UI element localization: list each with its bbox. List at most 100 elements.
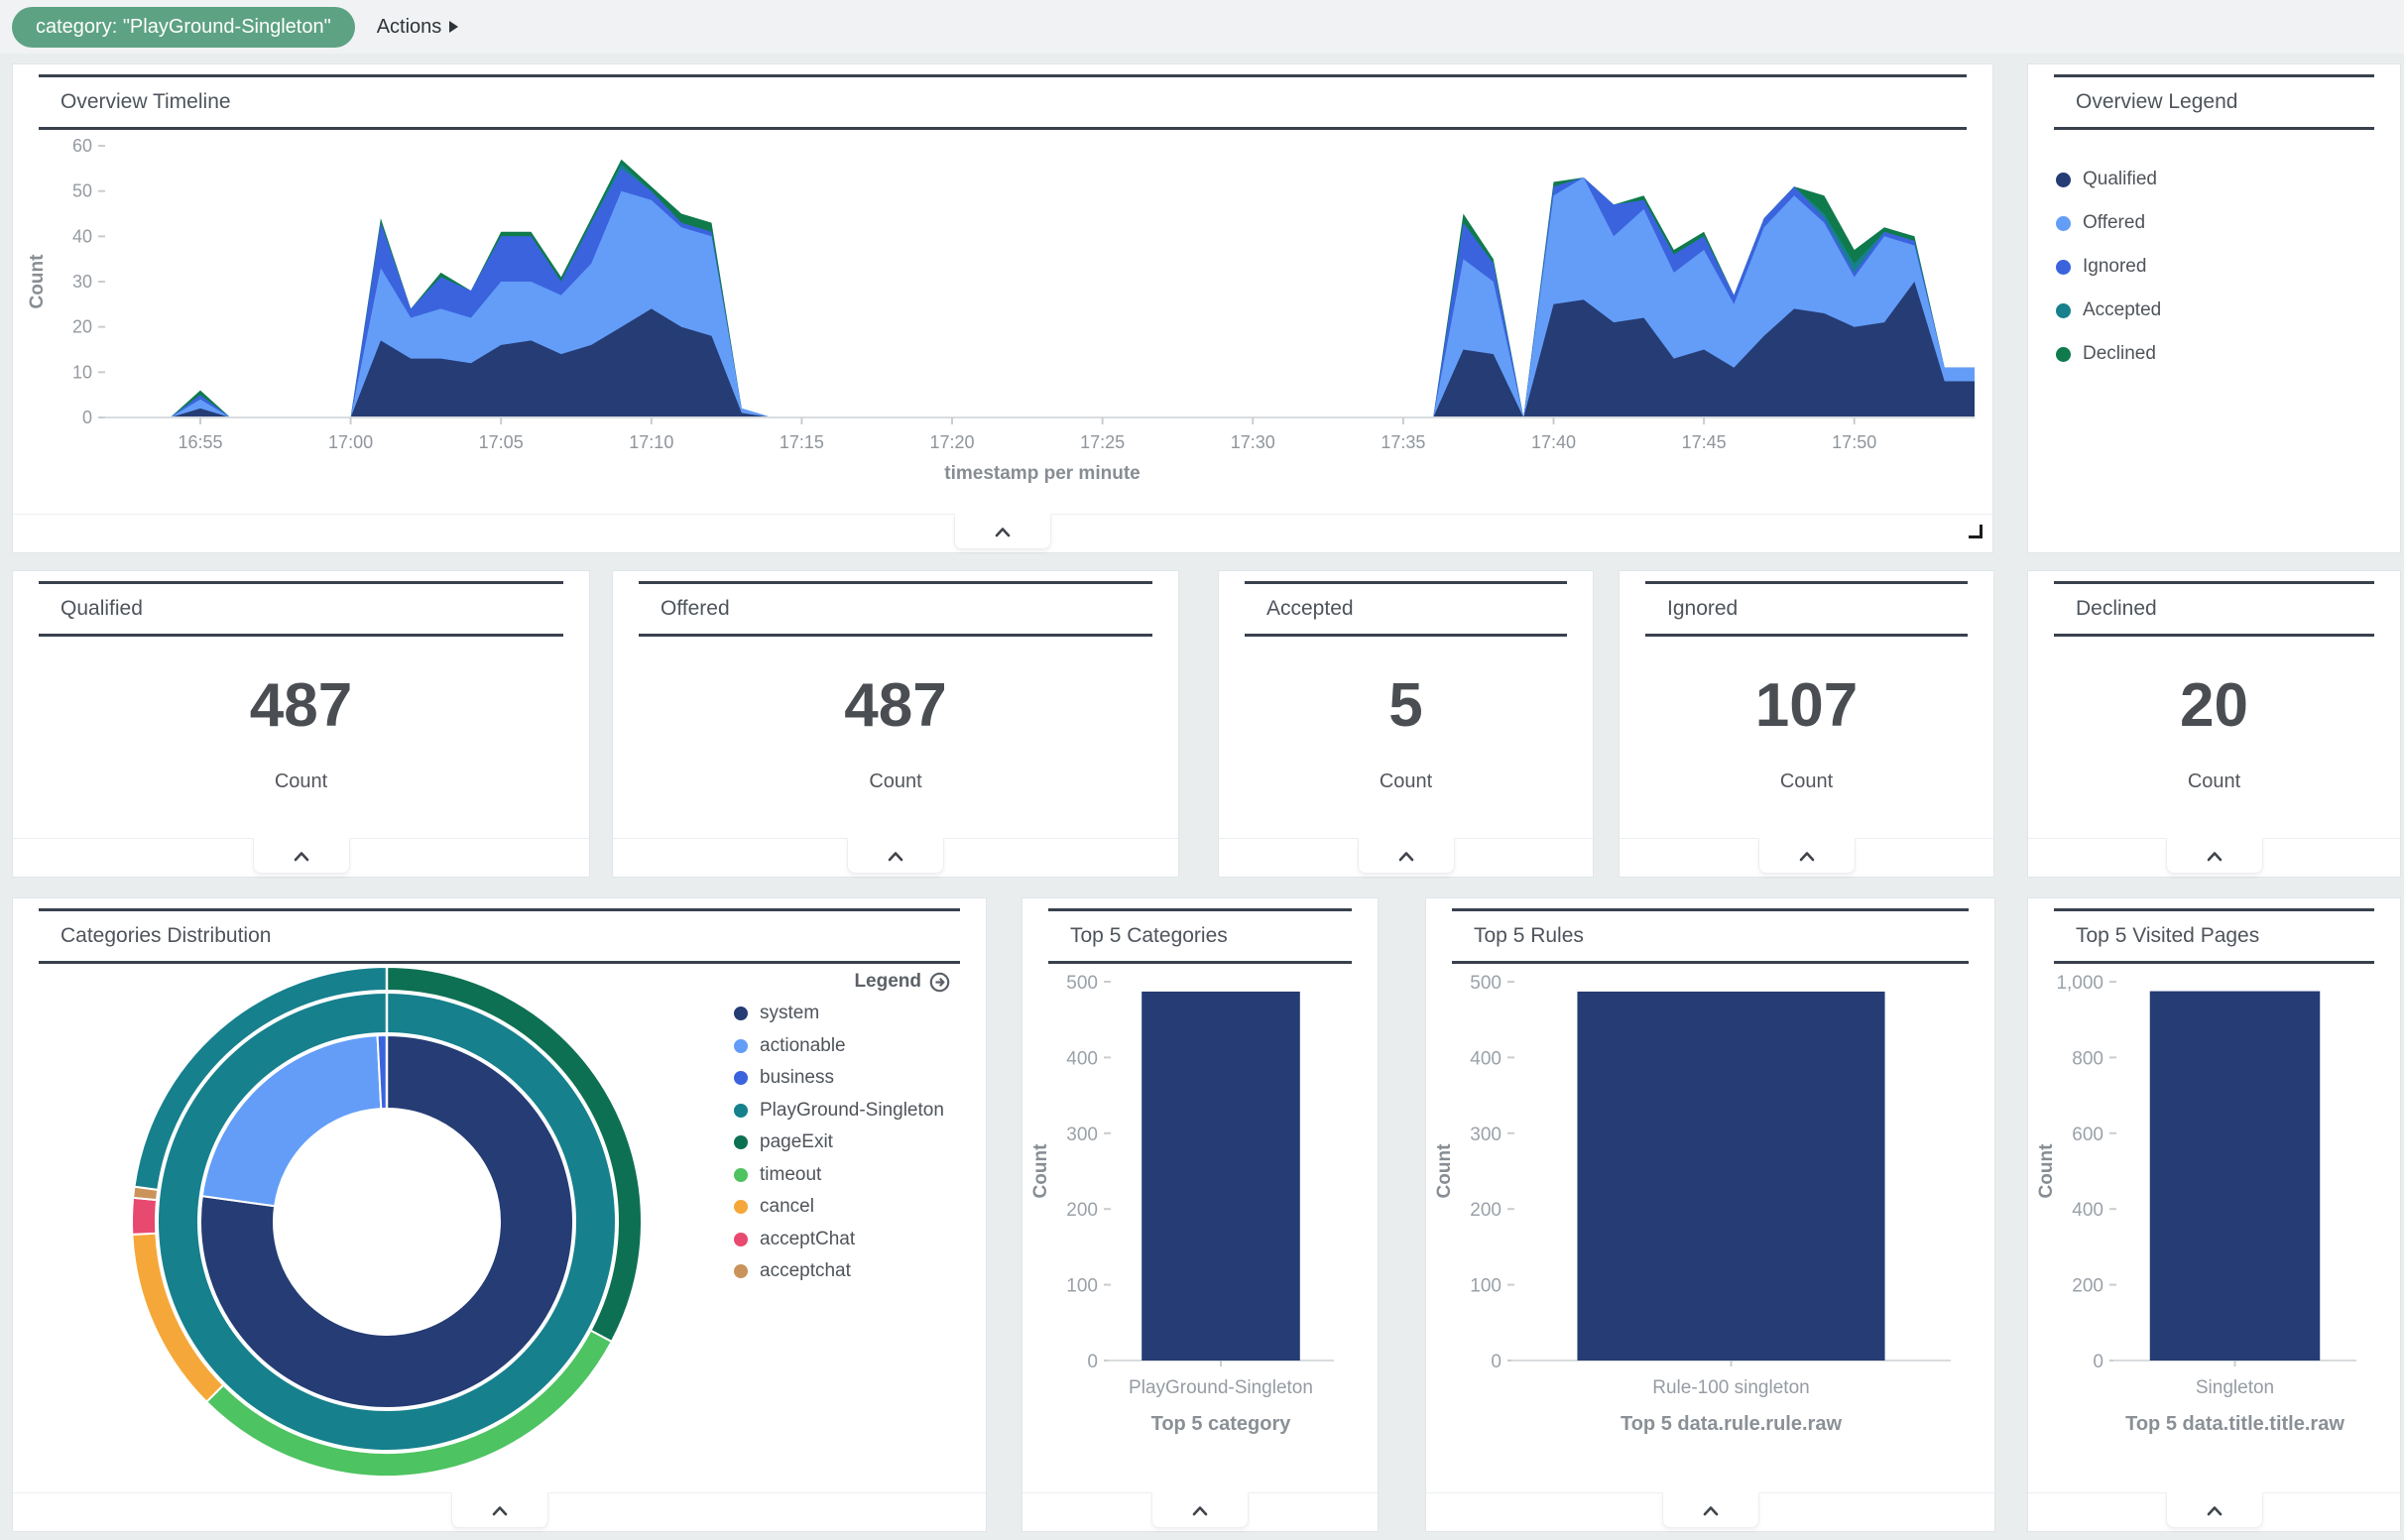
svg-text:17:20: 17:20 bbox=[930, 432, 975, 452]
legend-item-acceptchat-lower[interactable]: acceptchat bbox=[734, 1255, 950, 1288]
legend-item-pageexit[interactable]: pageExit bbox=[734, 1126, 950, 1159]
svg-text:17:00: 17:00 bbox=[328, 432, 373, 452]
svg-text:50: 50 bbox=[72, 181, 92, 201]
metric-label: Count bbox=[1780, 770, 1833, 793]
legend-item-offered[interactable]: Offered bbox=[2056, 201, 2400, 245]
legend-label: Qualified bbox=[2083, 169, 2157, 190]
legend-dot bbox=[2056, 260, 2071, 275]
metric-label: Count bbox=[275, 770, 327, 793]
collapse-button[interactable] bbox=[847, 838, 944, 874]
panel-title: Accepted bbox=[1245, 581, 1567, 637]
legend-dot bbox=[734, 1007, 748, 1020]
svg-text:400: 400 bbox=[2072, 1200, 2104, 1221]
svg-text:0: 0 bbox=[82, 408, 92, 427]
legend-item-ignored[interactable]: Ignored bbox=[2056, 245, 2400, 289]
metric-label: Count bbox=[2188, 770, 2240, 793]
metric-value: 487 bbox=[844, 670, 946, 741]
legend-dot bbox=[2056, 216, 2071, 231]
collapse-bar bbox=[1620, 838, 1993, 877]
panel-title: Top 5 Categories bbox=[1048, 908, 1352, 964]
collapse-button[interactable] bbox=[1151, 1492, 1249, 1528]
legend-item-cancel[interactable]: cancel bbox=[734, 1191, 950, 1224]
top5-categories-panel: Top 5 Categories 0100200300400500PlayGro… bbox=[1022, 897, 1379, 1532]
categories-distribution-panel: Categories Distribution Legend system ac… bbox=[12, 897, 987, 1532]
svg-text:17:15: 17:15 bbox=[780, 432, 824, 452]
legend-dot bbox=[734, 1135, 748, 1149]
overview-timeline-chart[interactable]: 010203040506016:5517:0017:0517:1017:1517… bbox=[13, 130, 1992, 503]
svg-text:0: 0 bbox=[2093, 1352, 2104, 1372]
legend-dot bbox=[734, 1200, 748, 1214]
collapse-button[interactable] bbox=[253, 838, 350, 874]
svg-text:16:55: 16:55 bbox=[178, 432, 222, 452]
svg-text:1,000: 1,000 bbox=[2056, 973, 2104, 994]
svg-text:30: 30 bbox=[72, 272, 92, 292]
donut-legend-toggle[interactable]: Legend bbox=[734, 966, 950, 998]
legend-item-qualified[interactable]: Qualified bbox=[2056, 158, 2400, 201]
overview-timeline-panel: Overview Timeline 010203040506016:5517:0… bbox=[12, 63, 1993, 553]
legend-item-accepted[interactable]: Accepted bbox=[2056, 289, 2400, 332]
svg-text:800: 800 bbox=[2072, 1048, 2104, 1069]
panel-title: Qualified bbox=[39, 581, 563, 637]
legend-label: PlayGround-Singleton bbox=[760, 1100, 944, 1122]
svg-text:17:35: 17:35 bbox=[1381, 432, 1425, 452]
panel-title: Top 5 Rules bbox=[1452, 908, 1969, 964]
legend-dot bbox=[734, 1168, 748, 1182]
top5-categories-chart[interactable]: 0100200300400500PlayGround-SingletonTop … bbox=[1022, 964, 1350, 1480]
accepted-metric-panel: Accepted 5 Count bbox=[1218, 570, 1594, 878]
collapse-button[interactable] bbox=[1358, 838, 1455, 874]
metric-value: 107 bbox=[1755, 670, 1858, 741]
collapse-bar bbox=[2028, 838, 2400, 877]
legend-dot bbox=[734, 1039, 748, 1053]
legend-item-actionable[interactable]: actionable bbox=[734, 1030, 950, 1063]
collapse-button[interactable] bbox=[954, 514, 1051, 549]
svg-text:Count: Count bbox=[27, 254, 48, 309]
collapse-bar bbox=[2028, 1492, 2400, 1531]
legend-label: Accepted bbox=[2083, 299, 2161, 321]
svg-text:600: 600 bbox=[2072, 1125, 2104, 1145]
legend-label: system bbox=[760, 1003, 819, 1024]
legend-item-system[interactable]: system bbox=[734, 998, 950, 1030]
svg-text:17:30: 17:30 bbox=[1231, 432, 1275, 452]
top5-visited-pages-chart[interactable]: 02004006008001,000SingletonTop 5 data.ti… bbox=[2028, 964, 2372, 1480]
filter-actions-label: Actions bbox=[377, 16, 442, 39]
filter-actions-menu[interactable]: Actions bbox=[377, 16, 459, 39]
arrow-right-circle-icon bbox=[929, 972, 950, 993]
collapse-button[interactable] bbox=[1662, 1492, 1759, 1528]
top5-rules-chart[interactable]: 0100200300400500Rule-100 singletonTop 5 … bbox=[1426, 964, 1967, 1480]
legend-dot bbox=[2056, 303, 2071, 318]
metric-label: Count bbox=[1380, 770, 1432, 793]
declined-metric-panel: Declined 20 Count bbox=[2027, 570, 2401, 878]
panel-title: Offered bbox=[639, 581, 1152, 637]
overview-legend-panel: Overview Legend Qualified Offered Ignore… bbox=[2027, 63, 2401, 553]
top5-rules-panel: Top 5 Rules 0100200300400500Rule-100 sin… bbox=[1425, 897, 1995, 1532]
collapse-bar bbox=[13, 1492, 986, 1531]
legend-item-playground-singleton[interactable]: PlayGround-Singleton bbox=[734, 1095, 950, 1127]
categories-distribution-chart[interactable] bbox=[104, 964, 660, 1480]
collapse-button[interactable] bbox=[451, 1492, 548, 1528]
collapse-button[interactable] bbox=[1758, 838, 1856, 874]
panel-title: Top 5 Visited Pages bbox=[2054, 908, 2374, 964]
ignored-metric-panel: Ignored 107 Count bbox=[1619, 570, 1994, 878]
chevron-up-icon bbox=[1397, 851, 1415, 862]
svg-text:17:05: 17:05 bbox=[479, 432, 524, 452]
legend-item-business[interactable]: business bbox=[734, 1062, 950, 1095]
collapse-bar bbox=[1426, 1492, 1994, 1531]
panel-title: Declined bbox=[2054, 581, 2374, 637]
legend-item-acceptchat-camel[interactable]: acceptChat bbox=[734, 1224, 950, 1256]
panel-title: Categories Distribution bbox=[39, 908, 960, 964]
metric-value: 487 bbox=[250, 670, 352, 741]
collapse-button[interactable] bbox=[2166, 838, 2263, 874]
chevron-up-icon bbox=[2206, 851, 2224, 862]
legend-label: timeout bbox=[760, 1164, 821, 1186]
svg-text:300: 300 bbox=[1066, 1125, 1098, 1145]
legend-item-declined[interactable]: Declined bbox=[2056, 332, 2400, 376]
legend-label: acceptChat bbox=[760, 1229, 855, 1250]
legend-item-timeout[interactable]: timeout bbox=[734, 1159, 950, 1192]
filter-pill[interactable]: category: "PlayGround-Singleton" bbox=[12, 7, 355, 48]
filter-bar: category: "PlayGround-Singleton" Actions bbox=[0, 0, 2404, 54]
svg-text:0: 0 bbox=[1087, 1352, 1098, 1372]
chevron-up-icon bbox=[1798, 851, 1816, 862]
collapse-button[interactable] bbox=[2166, 1492, 2263, 1528]
resize-handle-icon[interactable] bbox=[1969, 525, 1983, 538]
svg-text:200: 200 bbox=[1470, 1200, 1502, 1221]
